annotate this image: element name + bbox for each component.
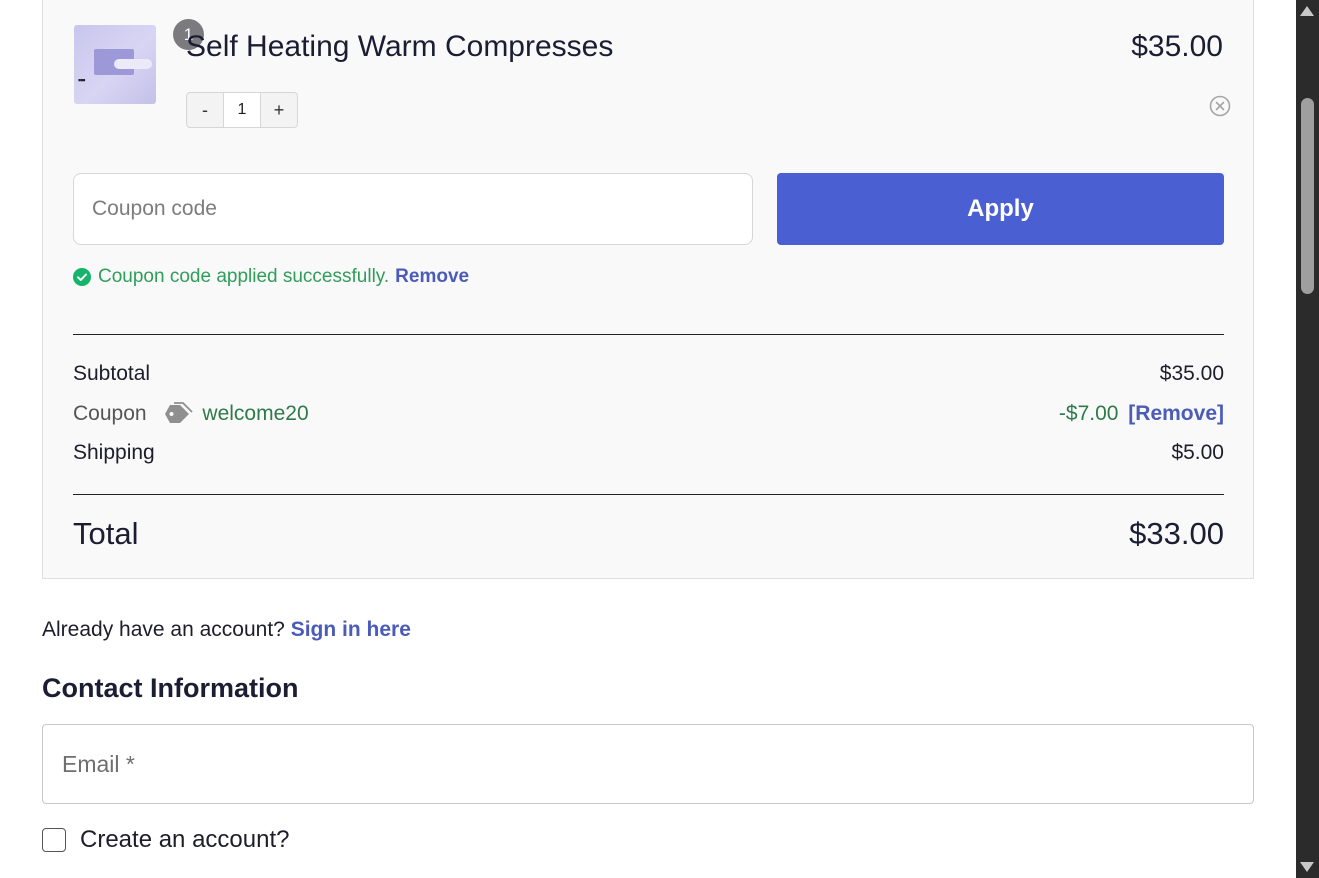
coupon-row: Coupon welcome20 -$7.00 [Remove] — [73, 402, 1224, 432]
close-circle-icon — [1209, 95, 1231, 117]
coupon-amount-group: -$7.00 [Remove] — [1059, 402, 1224, 426]
product-price: $35.00 — [1131, 30, 1223, 63]
summary-divider-bottom — [73, 494, 1224, 495]
summary-divider-top — [73, 334, 1224, 335]
product-name: Self Heating Warm Compresses — [186, 30, 614, 63]
coupon-success-text: Coupon code applied successfully. — [98, 266, 390, 287]
create-account-label[interactable]: Create an account? — [80, 826, 289, 854]
coupon-remove-link[interactable]: Remove — [395, 266, 469, 288]
coupon-label: Coupon — [73, 402, 147, 425]
coupon-discount: -$7.00 — [1058, 402, 1119, 425]
shipping-value: $5.00 — [1171, 441, 1224, 464]
signin-link[interactable]: Sign in here — [291, 618, 411, 641]
quantity-increase-button[interactable]: + — [261, 93, 297, 127]
vertical-scrollbar[interactable] — [1296, 0, 1319, 878]
total-label: Total — [73, 516, 139, 551]
coupon-tag: welcome20 — [164, 402, 309, 426]
coupon-success-message: Coupon code applied successfully. Remove — [73, 266, 469, 288]
check-circle-icon — [73, 268, 91, 286]
product-image-wrapper: ▪▪▪ 1 — [74, 19, 204, 104]
order-summary: ▪▪▪ 1 Self Heating Warm Compresses $35.0… — [42, 0, 1254, 579]
tag-icon — [165, 402, 194, 424]
product-thumbnail: ▪▪▪ — [74, 25, 156, 104]
coupon-row-label-group: Coupon welcome20 — [73, 402, 309, 426]
subtotal-value: $35.00 — [1159, 362, 1224, 385]
quantity-value[interactable]: 1 — [223, 93, 261, 127]
quantity-decrease-button[interactable]: - — [187, 93, 223, 127]
coupon-code-value: welcome20 — [202, 402, 309, 426]
scroll-down-arrow-icon[interactable] — [1300, 862, 1314, 872]
quantity-stepper: - 1 + — [186, 92, 298, 128]
apply-coupon-button[interactable]: Apply — [777, 173, 1224, 245]
shipping-label: Shipping — [73, 441, 155, 464]
signin-prompt-text: Already have an account? — [42, 618, 285, 641]
create-account-checkbox[interactable] — [42, 828, 66, 852]
scroll-up-arrow-icon[interactable] — [1300, 6, 1314, 16]
contact-information-title: Contact Information — [42, 673, 299, 703]
subtotal-label: Subtotal — [73, 362, 151, 385]
subtotal-row: Subtotal $35.00 — [73, 362, 1224, 392]
signin-prompt: Already have an account? Sign in here — [42, 618, 411, 642]
coupon-remove-button[interactable]: [Remove] — [1128, 402, 1224, 425]
total-row: Total $33.00 — [73, 516, 1224, 556]
email-field[interactable] — [42, 724, 1254, 804]
total-value: $33.00 — [1129, 516, 1224, 551]
shipping-row: Shipping $5.00 — [73, 441, 1224, 471]
checkout-page: ▪▪▪ 1 Self Heating Warm Compresses $35.0… — [0, 0, 1296, 878]
remove-item-button[interactable] — [1209, 95, 1231, 117]
scrollbar-thumb[interactable] — [1301, 98, 1314, 294]
create-account-option: Create an account? — [42, 826, 289, 854]
coupon-code-input[interactable] — [73, 173, 753, 245]
